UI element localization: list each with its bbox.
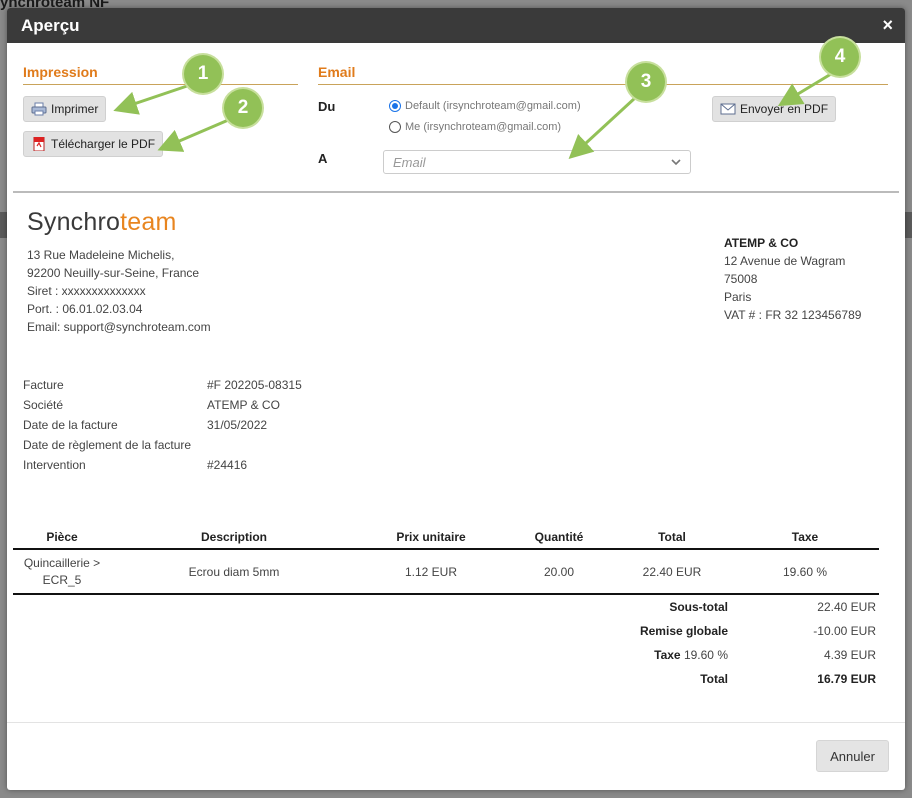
send-pdf-button[interactable]: Envoyer en PDF	[712, 96, 837, 122]
info-value: 31/05/2022	[207, 418, 268, 432]
from-option-default-label: Default (irsynchroteam@gmail.com)	[405, 100, 581, 112]
customer-address-line: 75008	[724, 272, 758, 286]
info-key: Date de règlement de la facture	[23, 438, 192, 452]
email-section-title: Email	[318, 64, 356, 80]
to-label: A	[318, 151, 328, 166]
print-button-label: Imprimer	[51, 102, 99, 116]
table-header-description: Description	[200, 530, 267, 544]
company-logo: Synchroteam	[27, 208, 177, 237]
envelope-icon	[720, 103, 736, 115]
table-header-tax: Taxe	[791, 530, 819, 544]
download-pdf-button[interactable]: Télécharger le PDF	[23, 131, 164, 157]
table-cell-quantity: 20.00	[543, 565, 575, 579]
annotation-badge-3: 3	[627, 63, 665, 101]
send-pdf-button-label: Envoyer en PDF	[740, 102, 829, 116]
company-address-line: Siret : xxxxxxxxxxxxxx	[27, 284, 146, 298]
table-header-line	[13, 548, 879, 550]
table-cell-total: 22.40 EUR	[642, 565, 702, 579]
section-separator	[13, 191, 899, 193]
tax-value: 4.39 EUR	[823, 648, 876, 662]
annotation-badge-1: 1	[184, 55, 222, 93]
email-to-select[interactable]: Email	[383, 150, 691, 174]
customer-name: ATEMP & CO	[724, 236, 799, 250]
tax-summary-label: Taxe 19.60 %	[488, 648, 728, 662]
customer-address-line: Paris	[724, 290, 752, 304]
annotation-badge-4: 4	[821, 38, 859, 76]
customer-vat: VAT # : FR 32 123456789	[724, 308, 862, 322]
logo-main: Synchro	[27, 208, 121, 236]
tax-label: Taxe	[654, 648, 681, 662]
printer-icon	[31, 102, 47, 116]
customer-address-line: 12 Avenue de Wagram	[724, 254, 846, 268]
info-key: Date de la facture	[23, 418, 118, 432]
company-address-line: 92200 Neuilly-sur-Seine, France	[27, 266, 200, 280]
info-key: Intervention	[23, 458, 86, 472]
modal-header: Aperçu ×	[7, 8, 905, 43]
radio-default[interactable]	[389, 100, 401, 112]
print-button[interactable]: Imprimer	[23, 96, 107, 122]
email-to-placeholder: Email	[393, 154, 426, 170]
subtotal-value: 22.40 EUR	[817, 600, 876, 614]
radio-me[interactable]	[389, 121, 401, 133]
email-rule	[318, 84, 888, 85]
info-value: #F 202205-08315	[207, 378, 302, 392]
tax-rate: 19.60 %	[683, 648, 728, 662]
background-strip-right	[905, 212, 912, 238]
table-cell-piece: Quincaillerie >	[23, 556, 101, 570]
impression-section-title: Impression	[23, 64, 98, 80]
preview-modal: Aperçu × Impression Imprimer Télécharger…	[7, 8, 905, 790]
table-cell-description: Ecrou diam 5mm	[188, 565, 280, 579]
info-value: ATEMP & CO	[207, 398, 280, 412]
table-header-quantity: Quantité	[534, 530, 584, 544]
cancel-button[interactable]: Annuler	[816, 740, 889, 772]
modal-title: Aperçu	[21, 15, 80, 35]
table-cell-tax: 19.60 %	[782, 565, 828, 579]
company-address-line: Email: support@synchroteam.com	[27, 320, 211, 334]
info-value: #24416	[207, 458, 248, 472]
subtotal-label: Sous-total	[669, 600, 728, 614]
table-cell-unit-price: 1.12 EUR	[404, 565, 458, 579]
close-icon[interactable]: ×	[882, 15, 893, 36]
company-address-line: Port. : 06.01.02.03.04	[27, 302, 143, 316]
total-value: 16.79 EUR	[817, 672, 876, 686]
info-key: Société	[23, 398, 64, 412]
table-header-piece: Pièce	[46, 530, 78, 544]
discount-label: Remise globale	[639, 624, 728, 638]
footer-separator	[7, 722, 905, 723]
from-option-default[interactable]: Default (irsynchroteam@gmail.com)	[389, 100, 581, 112]
table-header-total: Total	[658, 530, 686, 544]
arrow-3	[568, 96, 637, 160]
logo-accent: team	[120, 208, 177, 236]
download-pdf-button-label: Télécharger le PDF	[51, 137, 156, 151]
pdf-icon	[33, 137, 45, 151]
discount-value: -10.00 EUR	[813, 624, 876, 638]
table-cell-piece-code: ECR_5	[42, 573, 82, 587]
annotation-badge-2: 2	[224, 89, 262, 127]
from-option-me-label: Me (irsynchroteam@gmail.com)	[405, 121, 562, 133]
from-option-me[interactable]: Me (irsynchroteam@gmail.com)	[389, 121, 561, 133]
from-label: Du	[318, 99, 336, 114]
arrow-2	[157, 116, 234, 152]
info-key: Facture	[23, 378, 64, 392]
company-address-line: 13 Rue Madeleine Michelis,	[27, 248, 175, 262]
table-header-unit-price: Prix unitaire	[396, 530, 466, 544]
table-bottom-line	[13, 593, 879, 595]
chevron-down-icon	[671, 158, 681, 165]
impression-rule	[23, 84, 298, 85]
arrow-1	[113, 82, 194, 115]
total-label: Total	[700, 672, 728, 686]
